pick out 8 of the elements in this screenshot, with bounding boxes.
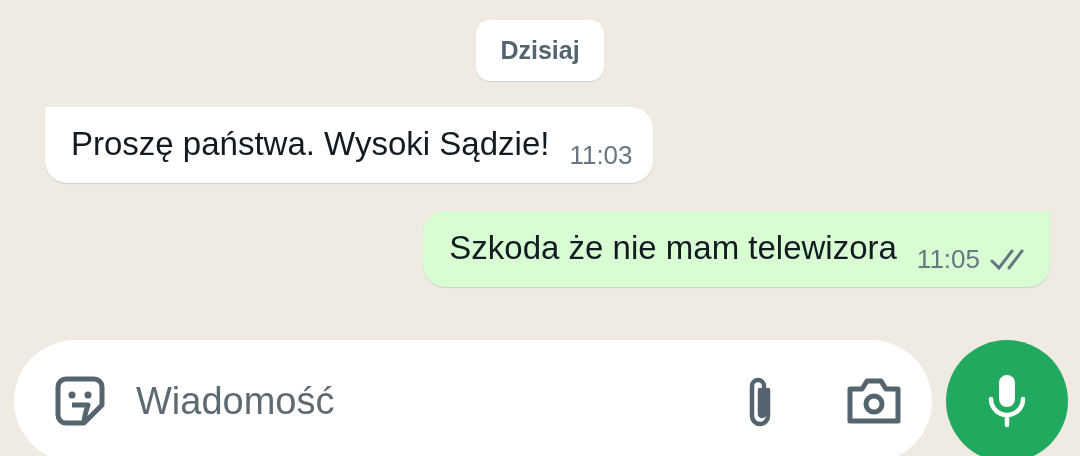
message-text: Proszę państwa. Wysoki Sądzie!: [71, 125, 550, 164]
message-input-field[interactable]: Wiadomość: [134, 378, 714, 424]
date-chip: Dzisiaj: [476, 20, 604, 81]
sticker-icon[interactable]: [54, 375, 106, 427]
camera-icon[interactable]: [846, 377, 902, 425]
message-time: 11:05: [916, 244, 980, 275]
message-text: Szkoda że nie mam telewizora: [449, 229, 897, 268]
message-time: 11:03: [569, 140, 633, 171]
